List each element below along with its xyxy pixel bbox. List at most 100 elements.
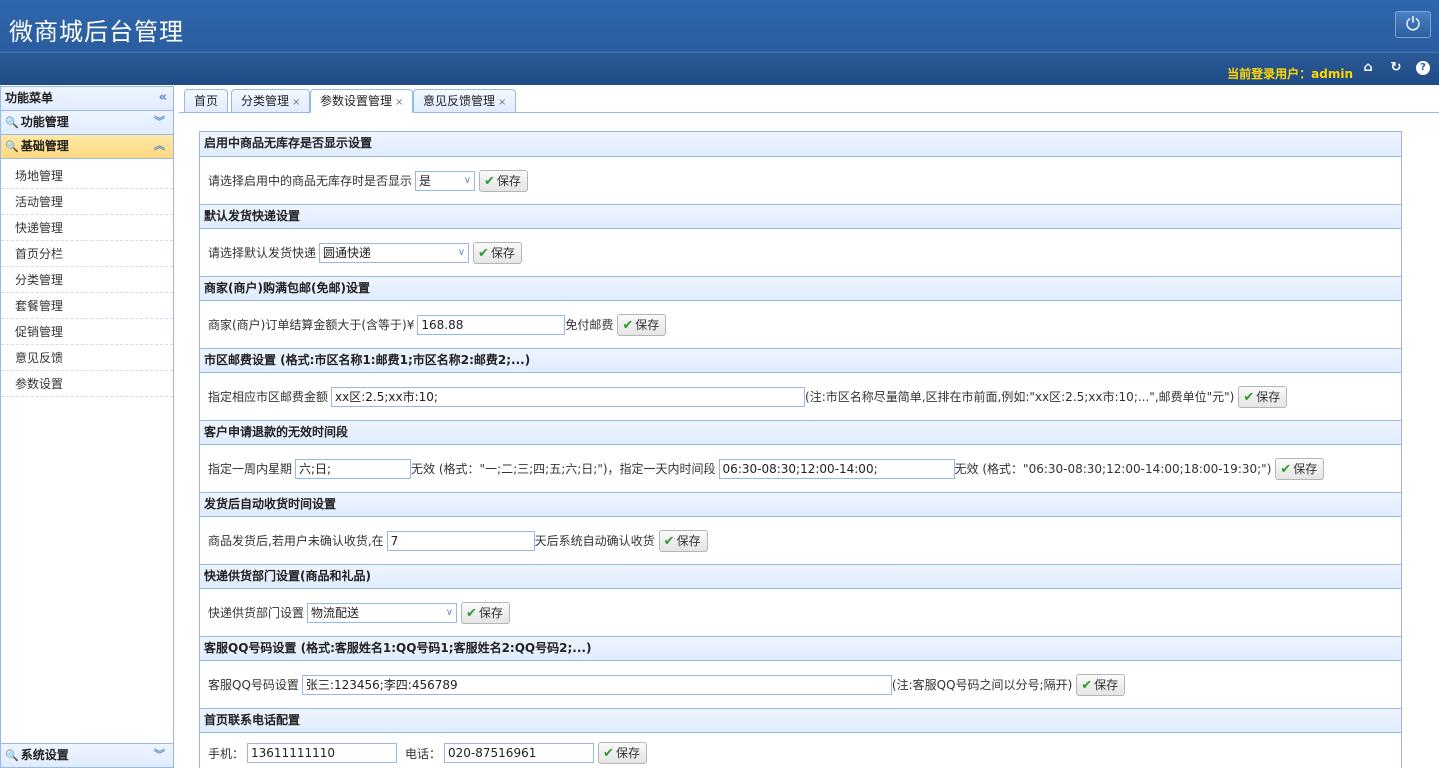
- save-button[interactable]: ✔ 保存: [658, 529, 708, 552]
- save-button[interactable]: ✔ 保存: [598, 742, 647, 764]
- section-title: 启用中商品无库存是否显示设置: [200, 132, 1401, 157]
- sidebar-item-package[interactable]: 套餐管理: [1, 293, 173, 319]
- tab-feedback[interactable]: 意见反馈管理 ×: [413, 89, 517, 113]
- field-label: 电话：: [405, 746, 442, 761]
- refund-timespan-input[interactable]: [718, 458, 955, 479]
- check-icon: ✔: [622, 317, 634, 333]
- group-system-settings[interactable]: 🔍 系统设置 ︾: [1, 743, 173, 767]
- save-button[interactable]: ✔ 保存: [473, 241, 522, 264]
- sidebar-item-promotion[interactable]: 促销管理: [1, 319, 173, 345]
- close-icon[interactable]: ×: [395, 97, 403, 108]
- field-suffix: 天后系统自动确认收货: [534, 534, 655, 548]
- section-body: 商品发货后,若用户未确认收货,在 天后系统自动确认收货 ✔保存: [200, 517, 1401, 564]
- search-icon: 🔍: [5, 749, 19, 762]
- chevron-down-icon: ∨: [457, 246, 466, 258]
- free-shipping-amount-input[interactable]: [417, 314, 566, 335]
- tab-home[interactable]: 首页: [184, 89, 229, 113]
- field-note: (注:市区名称尽量简单,区排在市前面,例如:"xx区:2.5;xx市:10;..…: [805, 390, 1235, 404]
- section-title: 首页联系电话配置: [200, 708, 1401, 733]
- main-area: 首页 分类管理 × 参数设置管理 × 意见反馈管理 × 启用中商品无库存是否显示设置 …: [179, 86, 1439, 768]
- sidebar-item-homepage-columns[interactable]: 首页分栏: [1, 241, 173, 267]
- search-icon: 🔍: [5, 140, 19, 153]
- save-button[interactable]: ✔ 保存: [1275, 457, 1325, 480]
- chevron-down-icon: ∨: [463, 174, 472, 186]
- check-icon: ✔: [466, 605, 477, 621]
- sidebar-item-express[interactable]: 快递管理: [1, 215, 173, 241]
- section-title: 客户申请退款的无效时间段: [200, 420, 1401, 445]
- sidebar-item-activity[interactable]: 活动管理: [1, 189, 173, 215]
- tab-label: 参数设置管理: [320, 94, 393, 108]
- group-basic-management[interactable]: 🔍 基础管理 ︽: [1, 135, 173, 159]
- city-postage-input[interactable]: [331, 386, 806, 407]
- sidebar: 功能菜单 « 🔍 功能管理 ︾ 🔍 基础管理 ︽ 场地管理 活动管理 快递管理 首页…: [0, 86, 174, 768]
- section-title: 市区邮费设置 (格式:市区名称1:邮费1;市区名称2:邮费2;...): [200, 348, 1401, 373]
- field-label: 请选择启用中的商品无库存时是否显示: [208, 174, 413, 188]
- sidebar-item-feedback[interactable]: 意见反馈: [1, 345, 173, 371]
- refresh-icon[interactable]: ↻: [1389, 61, 1403, 75]
- collapse-group-icon: ︽: [154, 139, 165, 152]
- section-body: 客服QQ号码设置 (注:客服QQ号码之间以分号;隔开) ✔保存: [200, 661, 1401, 708]
- tab-category[interactable]: 分类管理 ×: [231, 89, 311, 113]
- mobile-input[interactable]: [247, 743, 398, 763]
- close-icon[interactable]: ×: [498, 97, 506, 108]
- section-body: 手机： 电话： ✔保存: [200, 733, 1401, 768]
- field-label: 手机：: [208, 746, 245, 761]
- save-button[interactable]: ✔ 保存: [617, 313, 667, 336]
- sidebar-title: 功能菜单: [5, 91, 54, 105]
- sidebar-item-category[interactable]: 分类管理: [1, 267, 173, 293]
- tab-bar: 首页 分类管理 × 参数设置管理 × 意见反馈管理 ×: [179, 86, 1439, 113]
- check-icon: ✔: [484, 173, 495, 189]
- power-icon[interactable]: ⏻: [1395, 11, 1431, 38]
- save-button[interactable]: ✔ 保存: [1076, 673, 1126, 696]
- select-value: 圆通快递: [323, 245, 372, 260]
- section-title: 商家(商户)购满包邮(免邮)设置: [200, 276, 1401, 301]
- button-label: 保存: [496, 173, 521, 188]
- button-label: 保存: [676, 533, 701, 548]
- expand-icon: ︾: [154, 115, 165, 128]
- supply-department-select[interactable]: 物流配送 ∨: [307, 602, 458, 623]
- qq-numbers-input[interactable]: [301, 674, 892, 695]
- close-icon[interactable]: ×: [292, 97, 300, 108]
- check-icon: ✔: [1280, 461, 1292, 477]
- sidebar-item-parameters[interactable]: 参数设置: [1, 371, 173, 397]
- stock-display-select[interactable]: 是 ∨: [415, 170, 476, 191]
- auto-receive-days-input[interactable]: [386, 530, 535, 551]
- group-label: 基础管理: [20, 139, 69, 153]
- section-body: 商家(商户)订单结算金额大于(含等于)¥ 免付邮费 ✔保存: [200, 301, 1401, 348]
- nav-list: 场地管理 活动管理 快递管理 首页分栏 分类管理 套餐管理 促销管理 意见反馈 …: [1, 159, 173, 397]
- button-label: 保存: [490, 245, 515, 260]
- section-title: 默认发货快递设置: [200, 204, 1401, 229]
- tab-parameters[interactable]: 参数设置管理 ×: [310, 89, 414, 113]
- expand-icon: ︾: [154, 748, 165, 761]
- refund-weekday-input[interactable]: [295, 458, 412, 479]
- group-function-management[interactable]: 🔍 功能管理 ︾: [1, 111, 173, 135]
- tab-label: 意见反馈管理: [423, 94, 496, 108]
- user-bar: 当前登录用户：admin ⌂ ↻ ?: [0, 52, 1439, 85]
- current-user-label: 当前登录用户：admin: [1227, 67, 1353, 81]
- button-label: 保存: [1293, 461, 1318, 476]
- section-title: 快递供货部门设置(商品和礼品): [200, 564, 1401, 589]
- field-label: 指定相应市区邮费金额: [208, 390, 329, 404]
- section-body: 指定一周内星期 无效 (格式："一;二;三;四;五;六;日;")，指定一天内时间…: [200, 445, 1401, 492]
- field-label: 客服QQ号码设置: [208, 678, 299, 692]
- select-value: 是: [419, 173, 432, 188]
- tab-label: 分类管理: [241, 94, 290, 108]
- phone-input[interactable]: [444, 743, 595, 763]
- section-body: 请选择启用中的商品无库存时是否显示 是 ∨ ✔ 保存: [200, 157, 1401, 204]
- help-icon[interactable]: ?: [1416, 61, 1430, 75]
- sidebar-item-venue[interactable]: 场地管理: [1, 163, 173, 189]
- field-label: 快递供货部门设置: [208, 606, 305, 620]
- express-select[interactable]: 圆通快递 ∨: [319, 242, 470, 263]
- save-button[interactable]: ✔ 保存: [479, 169, 528, 192]
- home-icon[interactable]: ⌂: [1361, 61, 1375, 75]
- settings-panel: 启用中商品无库存是否显示设置 请选择启用中的商品无库存时是否显示 是 ∨ ✔ 保存 …: [199, 131, 1402, 768]
- field-label: 商家(商户)订单结算金额大于(含等于)¥: [208, 318, 415, 332]
- group-label: 系统设置: [20, 748, 69, 762]
- field-label: 请选择默认发货快递: [208, 246, 317, 260]
- save-button[interactable]: ✔ 保存: [1238, 385, 1288, 408]
- save-button[interactable]: ✔ 保存: [461, 601, 510, 624]
- collapse-icon[interactable]: «: [159, 87, 167, 109]
- section-body: 请选择默认发货快递 圆通快递 ∨ ✔ 保存: [200, 229, 1401, 276]
- top-header: 微商城后台管理 ⏻: [0, 0, 1439, 52]
- chevron-down-icon: ∨: [445, 606, 454, 618]
